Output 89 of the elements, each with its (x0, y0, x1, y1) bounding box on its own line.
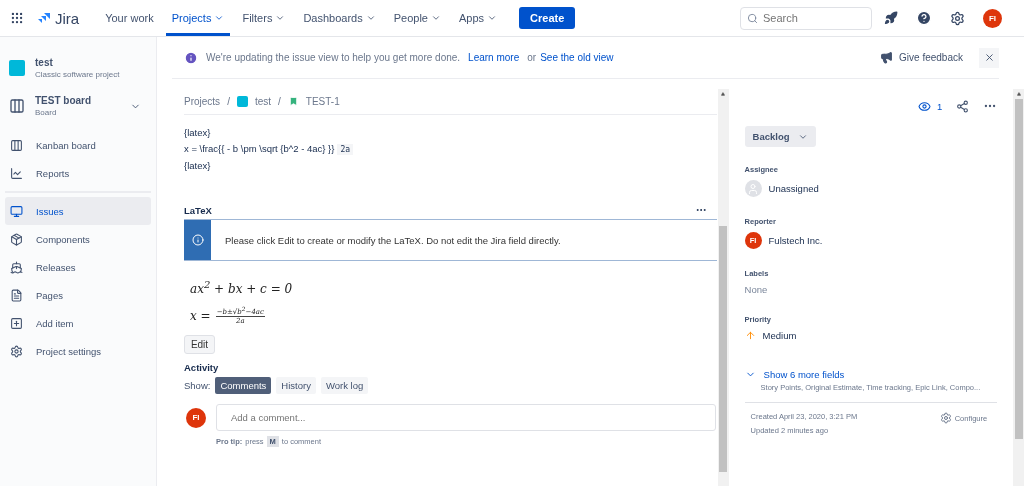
scrollbar[interactable] (717, 89, 729, 486)
project-name[interactable]: test (35, 57, 120, 68)
give-feedback-button[interactable]: Give feedback (880, 51, 963, 64)
info-icon (191, 234, 204, 246)
sidebar-item-icon (10, 288, 23, 302)
activity-tab[interactable]: Work log (320, 377, 369, 395)
breadcrumb-link[interactable]: Projects (184, 96, 221, 107)
breadcrumb-link[interactable]: test (254, 96, 272, 107)
rocket-icon[interactable] (884, 11, 898, 25)
info-message: Please click Edit to create or modify the LaTeX. Do not edit the Jira field directly. (225, 234, 561, 246)
sidebar-item[interactable]: Add item (5, 309, 151, 337)
search-field[interactable]: Search (740, 6, 872, 30)
edit-button[interactable]: Edit (184, 335, 215, 355)
close-button[interactable] (979, 47, 999, 68)
jira-logo[interactable]: Jira (38, 9, 80, 27)
banner-text: or (527, 52, 537, 63)
nav-tab[interactable]: Apps (453, 0, 504, 36)
chevron-down-icon[interactable] (431, 13, 441, 23)
sidebar-item[interactable]: Project settings (5, 337, 151, 365)
sidebar-item[interactable]: Components (5, 225, 151, 253)
activity-heading: Activity (184, 362, 219, 374)
nav-tab[interactable]: People (387, 0, 447, 36)
board-icon (9, 98, 25, 114)
arrow-up-icon (744, 330, 756, 341)
project-icon (236, 96, 248, 107)
sidebar-item[interactable]: Kanban board (5, 131, 151, 159)
user-avatar: FI (186, 407, 206, 428)
show-label: Show: (184, 380, 211, 392)
sidebar-item[interactable]: Releases (5, 253, 151, 281)
breadcrumb-link[interactable]: TEST-1 (305, 96, 340, 107)
board-name[interactable]: TEST board (35, 95, 120, 106)
watchers-button[interactable]: 1 (917, 99, 943, 113)
description-line: {latex} (184, 127, 211, 138)
breadcrumb-separator: / (227, 96, 230, 107)
sidebar-item[interactable]: Pages (5, 281, 151, 309)
sidebar-item-icon (10, 204, 23, 218)
scrollbar[interactable] (1013, 89, 1024, 486)
chevron-down-icon[interactable] (275, 13, 286, 23)
chevron-down-icon[interactable] (214, 13, 225, 23)
field-value[interactable]: Unassigned (768, 183, 819, 194)
scroll-up-icon[interactable] (721, 92, 726, 96)
megaphone-icon (880, 51, 894, 64)
sidebar-item-icon (10, 344, 23, 358)
field-value[interactable]: Fulstech Inc. (768, 235, 823, 246)
field-value: None (744, 284, 768, 295)
close-icon (983, 52, 995, 63)
field-value[interactable]: Medium (762, 330, 797, 341)
comment-field[interactable]: Add a comment... (216, 404, 716, 432)
nav-tab[interactable]: Projects (165, 0, 231, 36)
project-type: Classic software project (35, 70, 120, 79)
quadratic-equation: ax$^{2}$ + bx + c = 0 (190, 279, 293, 296)
activity-tab[interactable]: History (276, 377, 316, 395)
nav-tab[interactable]: Your work (99, 0, 160, 36)
app-switcher-icon[interactable] (10, 11, 24, 25)
user-avatar[interactable]: FI (983, 8, 1002, 28)
sidebar-item-icon (10, 316, 23, 330)
settings-icon[interactable] (950, 10, 965, 26)
status-dropdown[interactable]: Backlog (744, 126, 816, 147)
project-icon (9, 60, 25, 76)
nav-tab[interactable]: Dashboards (297, 0, 382, 36)
sidebar-item-icon (10, 138, 23, 152)
story-icon (287, 96, 299, 107)
chevron-down-icon[interactable] (365, 13, 376, 23)
field-title: LaTeX (184, 204, 212, 216)
old-view-link[interactable]: See the old view (540, 52, 614, 63)
share-icon[interactable] (956, 99, 970, 113)
create-button[interactable]: Create (519, 7, 576, 29)
board-type: Board (35, 108, 58, 117)
scroll-up-icon[interactable] (1016, 92, 1021, 96)
description-line: {latex} (184, 160, 211, 171)
learn-more-link[interactable]: Learn more (468, 52, 520, 63)
sidebar-item[interactable]: Reports (5, 159, 151, 187)
chevron-down-icon[interactable] (487, 13, 498, 23)
description-line: x = \frac{{ - b \pm \sqrt {b^2 - 4ac} }} (184, 143, 335, 154)
breadcrumb-separator: / (278, 96, 281, 107)
gear-icon (939, 412, 952, 424)
inline-code: 2a (337, 144, 354, 155)
nav-tab[interactable]: Filters (236, 0, 292, 36)
sidebar-item-icon (10, 166, 23, 180)
avatar-icon (744, 180, 762, 197)
info-icon (184, 50, 198, 65)
sidebar-item-icon (10, 260, 23, 274)
eye-icon (917, 99, 931, 113)
banner-text: We're updating the issue view to help you get more done. (206, 52, 461, 63)
help-icon[interactable] (916, 10, 932, 26)
sidebar-item-icon (10, 232, 23, 246)
sidebar-item[interactable]: Issues (5, 197, 151, 225)
show-more-fields-link[interactable]: Show 6 more fields (744, 369, 998, 380)
activity-tab[interactable]: Comments (215, 377, 272, 395)
